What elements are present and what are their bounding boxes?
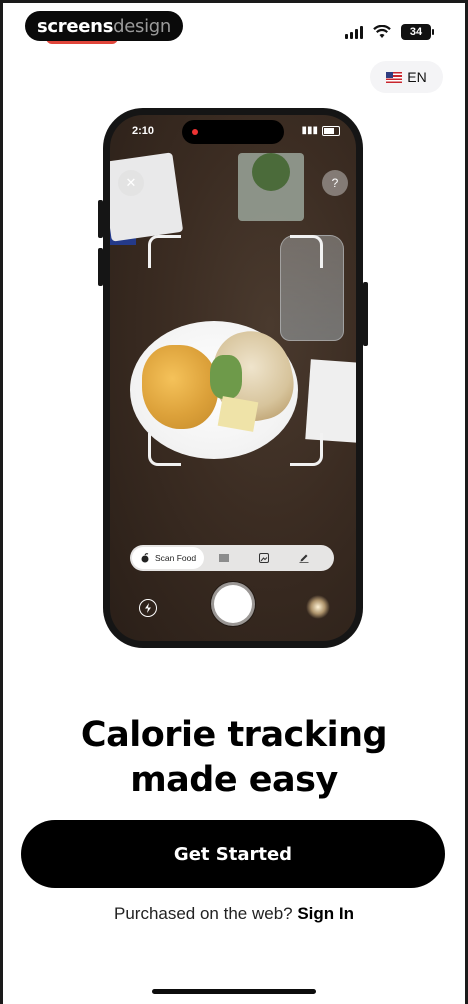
headline-line-1: Calorie tracking — [80, 715, 388, 755]
battery-tip — [432, 29, 434, 35]
screensdesign-watermark: screens design — [25, 11, 184, 41]
get-started-button[interactable]: Get Started — [21, 820, 445, 888]
status-icons: 34 — [345, 24, 434, 40]
us-flag-icon — [386, 71, 403, 83]
scan-frame-corner-br — [290, 433, 323, 466]
mockup-battery-icon — [322, 125, 340, 136]
photo-cheese — [217, 396, 259, 432]
language-code: EN — [407, 69, 427, 85]
recording-dot — [192, 129, 198, 135]
photo-chips — [142, 345, 218, 429]
scan-frame-corner-bl — [148, 433, 181, 466]
battery-level: 34 — [409, 26, 423, 38]
shutter-button[interactable] — [214, 585, 252, 623]
language-selector[interactable]: EN — [370, 61, 443, 93]
wifi-icon — [373, 25, 391, 38]
close-icon: ✕ — [125, 175, 137, 190]
photo-light-bokeh — [306, 595, 330, 619]
sign-in-link[interactable]: Sign In — [297, 904, 354, 923]
photo-lettuce — [210, 355, 242, 399]
top-frame-edge — [0, 0, 468, 3]
photo-napkin-right — [305, 359, 356, 443]
dynamic-island — [182, 120, 284, 144]
scan-frame-corner-tl — [148, 235, 181, 268]
headline-line-2: made easy — [130, 760, 338, 800]
pencil-icon[interactable] — [284, 553, 324, 563]
close-button[interactable]: ✕ — [118, 170, 144, 196]
phone-mockup: 2:10 ▮▮▮ ✕ ? Scan Food — [103, 108, 363, 648]
scan-food-icon — [141, 553, 149, 563]
photo-napkin — [110, 152, 184, 242]
image-icon[interactable] — [244, 553, 284, 563]
flash-toggle-icon[interactable] — [139, 599, 157, 617]
phone-power-button — [363, 282, 368, 346]
scan-frame-corner-tr — [290, 235, 323, 268]
scan-food-label: Scan Food — [155, 553, 197, 563]
watermark-bold-text: screens — [37, 15, 114, 37]
home-indicator[interactable] — [152, 989, 316, 994]
scan-food-tab[interactable]: Scan Food — [132, 547, 205, 569]
help-button[interactable]: ? — [322, 170, 348, 196]
scan-mode-bar: Scan Food — [130, 545, 334, 571]
cellular-signal-icon — [345, 25, 363, 39]
left-frame-edge — [0, 0, 3, 1004]
mockup-signal-icon: ▮▮▮ — [301, 125, 318, 136]
battery-icon: 34 — [401, 24, 431, 40]
help-icon: ? — [331, 176, 339, 190]
page-title: Calorie tracking made easy — [0, 713, 468, 803]
watermark-light-text: design — [113, 15, 172, 37]
photo-plant — [252, 153, 290, 191]
camera-preview: 2:10 ▮▮▮ ✕ ? Scan Food — [110, 115, 356, 641]
mockup-status-icons: ▮▮▮ — [301, 125, 340, 136]
barcode-scan-icon[interactable] — [204, 553, 244, 563]
signin-row: Purchased on the web? Sign In — [0, 904, 468, 924]
mockup-status-bar: 2:10 ▮▮▮ — [110, 115, 356, 149]
mockup-time: 2:10 — [132, 125, 155, 137]
signin-prompt: Purchased on the web? — [113, 904, 293, 923]
